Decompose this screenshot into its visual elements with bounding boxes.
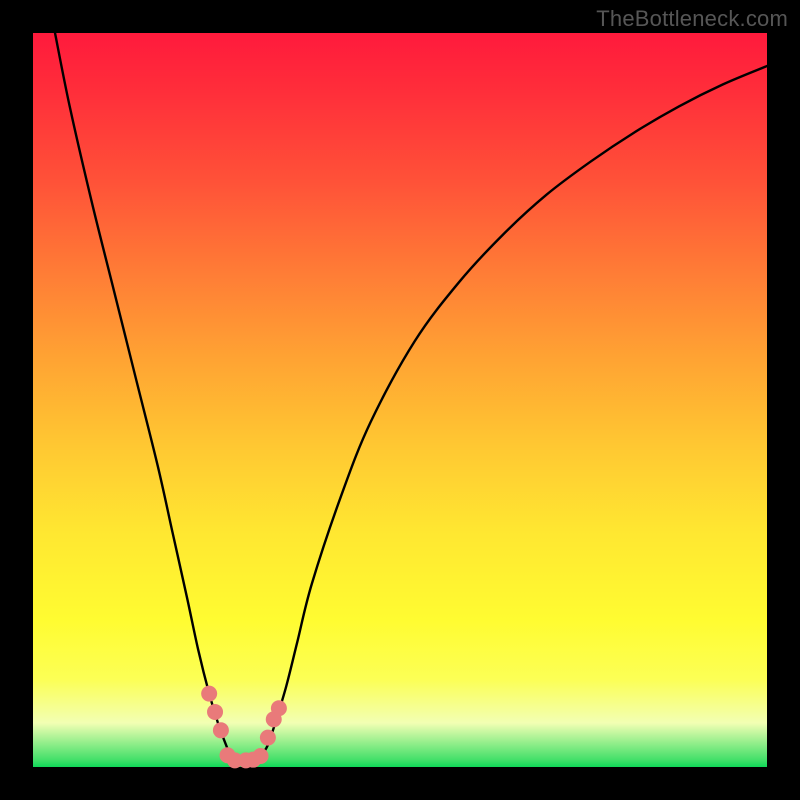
chart-plot-area [33,33,767,767]
curve-markers [201,686,287,769]
curve-marker [207,704,223,720]
bottleneck-curve [55,33,767,761]
curve-marker [260,730,276,746]
chart-frame: TheBottleneck.com [0,0,800,800]
watermark-text: TheBottleneck.com [596,6,788,32]
curve-marker [271,700,287,716]
curve-marker [253,748,269,764]
curve-marker [201,686,217,702]
chart-svg [33,33,767,767]
curve-marker [213,722,229,738]
